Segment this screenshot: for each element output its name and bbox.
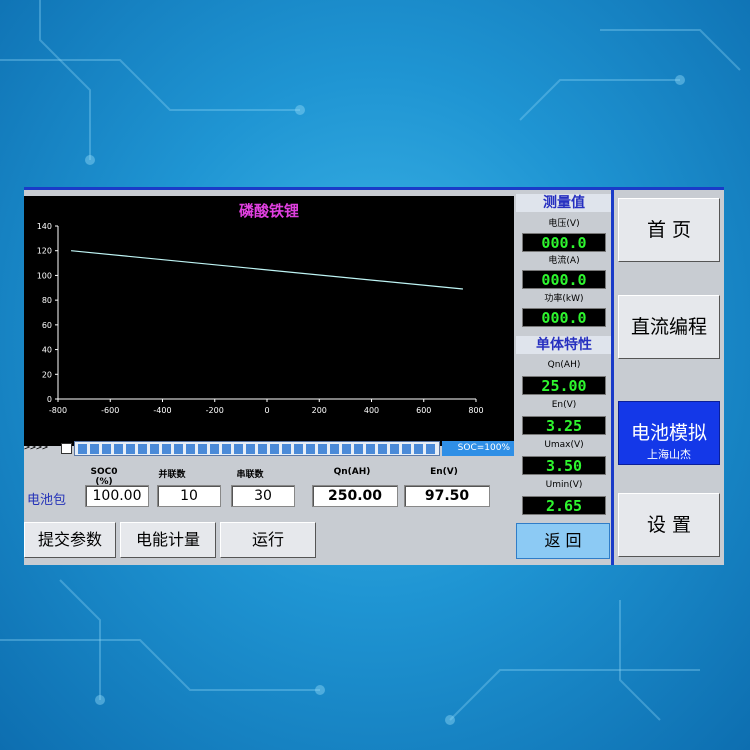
soc-segment <box>270 444 279 454</box>
soc-segment <box>294 444 303 454</box>
y-tick-label: 60 <box>42 321 52 330</box>
soc-segment <box>234 444 243 454</box>
y-tick-label: 80 <box>42 296 52 305</box>
qn-header: Qn(AH) <box>333 467 371 477</box>
voltage-label: 电压(V) <box>548 219 580 229</box>
chart-title: 磷酸铁锂 <box>238 202 299 220</box>
soc-segment <box>390 444 399 454</box>
brand-subtitle: 上海山杰 <box>647 448 691 461</box>
soc-progress-bar <box>74 441 440 456</box>
energy-metering-button[interactable]: 电能计量 <box>120 522 216 558</box>
soc-segment <box>114 444 123 454</box>
x-tick-label: 600 <box>416 406 431 415</box>
parallel-input[interactable]: 10 <box>157 485 221 507</box>
series-header: 串联数 <box>236 470 264 480</box>
y-tick-label: 140 <box>37 222 52 231</box>
en-value: 97.50 <box>404 485 490 507</box>
soc-segment <box>210 444 219 454</box>
parallel-header: 并联数 <box>158 470 186 480</box>
soc-segment <box>174 444 183 454</box>
measurement-panel: 测量值 电压(V) 000.0 电流(A) 000.0 功率(kW) 000.0… <box>516 190 612 528</box>
y-tick-label: 100 <box>37 271 52 280</box>
y-tick-label: 40 <box>42 346 52 355</box>
soc-segment <box>246 444 255 454</box>
cell-title: 单体特性 <box>516 336 612 354</box>
soc-segment <box>102 444 111 454</box>
soc-segment <box>150 444 159 454</box>
run-button[interactable]: 运行 <box>220 522 316 558</box>
nav-settings-button[interactable]: 设 置 <box>618 493 720 557</box>
power-label: 功率(kW) <box>544 294 584 304</box>
soc-segment <box>222 444 231 454</box>
x-tick-label: -600 <box>101 406 119 415</box>
soc-segment <box>198 444 207 454</box>
series-input[interactable]: 30 <box>231 485 295 507</box>
x-tick-label: 200 <box>312 406 327 415</box>
soc-checkbox[interactable] <box>61 443 72 454</box>
submit-params-button[interactable]: 提交参数 <box>24 522 116 558</box>
soc-segment <box>366 444 375 454</box>
soc-segment <box>414 444 423 454</box>
x-tick-label: -400 <box>153 406 171 415</box>
soc0-input[interactable]: 100.00 <box>85 485 149 507</box>
soc-segment <box>318 444 327 454</box>
cell-qn-label: Qn(AH) <box>547 360 581 370</box>
qn-value: 250.00 <box>312 485 398 507</box>
cell-en-label: En(V) <box>551 400 577 410</box>
soc-segment <box>354 444 363 454</box>
soc-segment <box>78 444 87 454</box>
y-tick-label: 120 <box>37 247 52 256</box>
power-readout: 000.0 <box>522 308 606 327</box>
voltage-readout: 000.0 <box>522 233 606 252</box>
soc-segment <box>342 444 351 454</box>
x-tick-label: 800 <box>468 406 483 415</box>
nav-home-button[interactable]: 首 页 <box>618 198 720 262</box>
x-tick-label: 0 <box>264 406 269 415</box>
x-tick-label: 400 <box>364 406 379 415</box>
umin-readout: 2.65 <box>522 496 606 515</box>
current-label: 电流(A) <box>548 256 580 266</box>
soc-arrows: >>>> <box>24 442 49 453</box>
back-button[interactable]: 返 回 <box>516 523 610 559</box>
y-tick-label: 20 <box>42 370 52 379</box>
soc0-header: SOC0 (%) <box>90 467 118 487</box>
measure-title: 测量值 <box>516 194 612 212</box>
series-line <box>71 250 463 290</box>
soc-segment <box>258 444 267 454</box>
chart-svg: 0 20 40 60 80 100 120 140 -800 -600 -400 -200 0 200 40… <box>37 222 484 415</box>
chart-panel: 0 20 40 60 80 100 120 140 -800 -600 -400 -200 0 200 40… <box>24 196 514 446</box>
soc-label: SOC=100% <box>442 441 514 456</box>
soc-segment <box>402 444 411 454</box>
nav-battery-simulation-button[interactable]: 电池模拟 上海山杰 <box>618 401 720 465</box>
umin-label: Umin(V) <box>545 480 583 490</box>
current-readout: 000.0 <box>522 270 606 289</box>
soc-segment <box>378 444 387 454</box>
umax-label: Umax(V) <box>544 440 584 450</box>
soc-segment <box>306 444 315 454</box>
en-header: En(V) <box>430 467 458 477</box>
soc-segment <box>282 444 291 454</box>
soc-segment <box>426 444 435 454</box>
umax-readout: 3.50 <box>522 456 606 475</box>
y-tick-label: 0 <box>47 395 52 404</box>
soc-segment <box>330 444 339 454</box>
cell-en-readout: 3.25 <box>522 416 606 435</box>
soc-segment <box>126 444 135 454</box>
x-tick-label: -800 <box>49 406 67 415</box>
cell-qn-readout: 25.00 <box>522 376 606 395</box>
nav-battery-label: 电池模拟 <box>630 422 707 444</box>
soc-segment <box>162 444 171 454</box>
x-tick-label: -200 <box>206 406 224 415</box>
soc-segment <box>138 444 147 454</box>
soc-segment <box>90 444 99 454</box>
hmi-screen: 0 20 40 60 80 100 120 140 -800 -600 -400 -200 0 200 40… <box>24 187 724 565</box>
soc-row: >>>> SOC=100% <box>24 441 514 457</box>
soc-segment <box>186 444 195 454</box>
panel-divider <box>611 187 614 565</box>
battery-pack-label: 电池包 <box>27 493 67 508</box>
nav-dc-programming-button[interactable]: 直流编程 <box>618 295 720 359</box>
